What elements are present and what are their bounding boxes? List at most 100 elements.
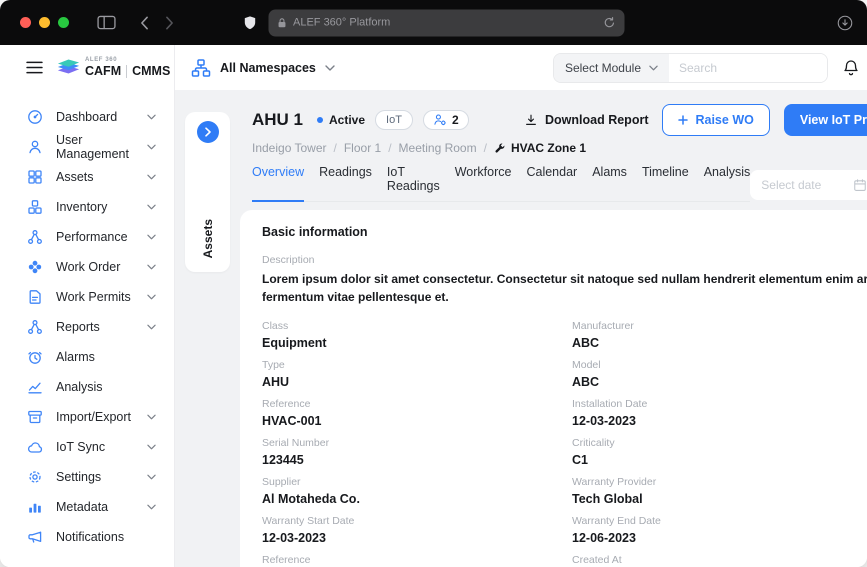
sidebar-item-label: Metadata [56, 500, 108, 514]
minimize-window-button[interactable] [39, 17, 50, 28]
field-criticality: CriticalityC1 [572, 437, 867, 467]
breadcrumb: Indeigo Tower Floor 1 Meeting Room HVAC … [240, 141, 867, 155]
sidebar-item-label: Analysis [56, 380, 103, 394]
tab-calendar[interactable]: Calendar [526, 165, 577, 201]
sidebar-item-settings[interactable]: Settings [0, 462, 174, 492]
view-iot-profile-button[interactable]: View IoT Pr [784, 104, 867, 136]
sidebar-item-work-order[interactable]: Work Order [0, 252, 174, 282]
namespace-selector[interactable]: All Namespaces [191, 58, 335, 78]
breadcrumb-current[interactable]: HVAC Zone 1 [494, 141, 586, 155]
sidebar-item-label: Dashboard [56, 110, 117, 124]
rail-assets-label[interactable]: Assets [201, 219, 215, 258]
raise-wo-button[interactable]: Raise WO [662, 104, 769, 136]
module-select-dropdown[interactable]: Select Module [554, 54, 669, 82]
field-created-at: Created At12-03-2023 [572, 554, 867, 567]
bell-icon[interactable] [843, 59, 859, 77]
breadcrumb-item[interactable]: Floor 1 [344, 141, 399, 155]
field-warranty-start-date: Warranty Start Date12-03-2023 [262, 515, 572, 545]
brand-main-text: CAFM [85, 65, 121, 78]
app-header: ALEF 360 CAFM CMMS All Namespaces Select [0, 45, 867, 90]
address-bar[interactable]: ALEF 360° Platform [268, 9, 624, 36]
app-logo[interactable]: ALEF 360 CAFM CMMS [55, 56, 170, 79]
tab-alams[interactable]: Alams [592, 165, 627, 201]
bar-chart-icon [27, 499, 43, 515]
tab-bar: Overview Readings IoT Readings Workforce… [252, 165, 750, 202]
line-chart-icon [27, 379, 43, 395]
breadcrumb-item[interactable]: Indeigo Tower [252, 141, 344, 155]
sidebar-item-user-management[interactable]: User Management [0, 132, 174, 162]
browser-back-icon[interactable] [140, 16, 149, 30]
wrench-icon [494, 142, 506, 154]
tab-workforce[interactable]: Workforce [455, 165, 512, 201]
field-installation-date: Installation Date12-03-2023 [572, 398, 867, 428]
browser-chrome: ALEF 360° Platform [0, 0, 867, 45]
namespace-label: All Namespaces [220, 61, 316, 75]
field-serial-number: Serial Number123445 [262, 437, 572, 467]
sidebar-item-label: Work Permits [56, 290, 131, 304]
download-icon [524, 113, 538, 127]
sidebar-item-label: Alarms [56, 350, 95, 364]
layers-logo-icon [55, 56, 82, 79]
document-icon [27, 289, 43, 305]
tab-overview[interactable]: Overview [252, 165, 304, 202]
downloads-icon[interactable] [837, 15, 853, 31]
browser-sidebar-toggle-icon[interactable] [97, 15, 116, 30]
sidebar-item-label: Reports [56, 320, 100, 334]
sidebar-item-notifications[interactable]: Notifications [0, 522, 174, 552]
reload-icon[interactable] [603, 17, 615, 29]
basic-information-card: Basic information Description Lorem ipsu… [240, 210, 867, 567]
brand-top-text: ALEF 360 [85, 57, 170, 63]
privacy-shield-icon[interactable] [243, 15, 256, 30]
asset-title-row: AHU 1 Active IoT 2 [240, 104, 867, 136]
sidebar-item-metadata[interactable]: Metadata [0, 492, 174, 522]
sidebar-item-label: Import/Export [56, 410, 131, 424]
chevron-down-icon [147, 474, 156, 480]
chevron-down-icon [147, 504, 156, 510]
rail-expand-button[interactable] [197, 121, 219, 143]
card-title: Basic information [262, 225, 867, 239]
clover-icon [27, 259, 43, 275]
sidebar-item-analysis[interactable]: Analysis [0, 372, 174, 402]
sidebar-item-dashboard[interactable]: Dashboard [0, 102, 174, 132]
tab-readings[interactable]: Readings [319, 165, 372, 201]
zoom-window-button[interactable] [58, 17, 69, 28]
sidebar-item-performance[interactable]: Performance [0, 222, 174, 252]
traffic-lights [20, 17, 69, 28]
sidebar-item-label: Settings [56, 470, 101, 484]
description-value: Lorem ipsum dolor sit amet consectetur. … [262, 270, 867, 306]
chevron-down-icon [147, 324, 156, 330]
search-input[interactable] [669, 54, 827, 82]
sidebar-item-label: Performance [56, 230, 128, 244]
user-gear-icon [433, 113, 447, 127]
date-picker[interactable] [750, 170, 867, 200]
address-text: ALEF 360° Platform [293, 17, 596, 29]
sidebar-item-work-permits[interactable]: Work Permits [0, 282, 174, 312]
date-picker-input[interactable] [761, 178, 851, 192]
download-report-button[interactable]: Download Report [524, 113, 648, 127]
sidebar-item-label: Inventory [56, 200, 107, 214]
cloud-icon [27, 439, 43, 455]
browser-forward-icon[interactable] [165, 16, 174, 30]
field-class: ClassEquipment [262, 320, 572, 350]
header-brand-area: ALEF 360 CAFM CMMS [0, 45, 175, 90]
module-search-combo: Select Module [553, 53, 828, 83]
tab-analysis[interactable]: Analysis [704, 165, 751, 201]
sidebar-item-alarms[interactable]: Alarms [0, 342, 174, 372]
sidebar-item-reports[interactable]: Reports [0, 312, 174, 342]
hamburger-menu-icon[interactable] [26, 61, 43, 74]
sidebar-item-import-export[interactable]: Import/Export [0, 402, 174, 432]
gear-icon [27, 469, 43, 485]
tab-timeline[interactable]: Timeline [642, 165, 689, 201]
field-manufacturer: ManufacturerABC [572, 320, 867, 350]
sidebar-item-inventory[interactable]: Inventory [0, 192, 174, 222]
sidebar-item-iot-sync[interactable]: IoT Sync [0, 432, 174, 462]
people-count-badge[interactable]: 2 [423, 110, 469, 130]
breadcrumb-item[interactable]: Meeting Room [399, 141, 494, 155]
megaphone-icon [27, 529, 43, 545]
namespace-hierarchy-icon [191, 58, 211, 78]
close-window-button[interactable] [20, 17, 31, 28]
tab-iot-readings[interactable]: IoT Readings [387, 165, 440, 201]
iot-badge: IoT [375, 110, 413, 130]
chevron-down-icon [147, 144, 156, 150]
sidebar-item-assets[interactable]: Assets [0, 162, 174, 192]
